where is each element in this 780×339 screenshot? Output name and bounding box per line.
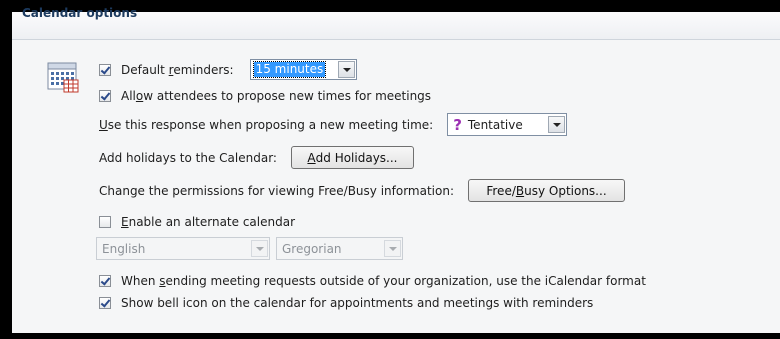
bell-label: Show bell icon on the calendar for appoi… <box>121 296 594 310</box>
reminder-time-dropdown[interactable]: 15 minutes <box>249 59 357 80</box>
icalendar-checkbox[interactable] <box>99 275 111 287</box>
chevron-down-icon[interactable] <box>548 116 566 133</box>
calendar-icon <box>47 62 79 93</box>
bell-row: Show bell icon on the calendar for appoi… <box>99 295 593 311</box>
icalendar-row: When sending meeting requests outside of… <box>99 273 646 289</box>
language-value: English <box>102 241 146 256</box>
calendar-type-dropdown[interactable]: Gregorian <box>276 237 403 260</box>
response-value: Tentative <box>467 117 523 132</box>
free-busy-options-button[interactable]: Free/Busy Options... <box>468 179 625 202</box>
reminder-time-value: 15 minutes <box>252 61 327 78</box>
add-holidays-button[interactable]: Add Holidays... <box>290 146 414 169</box>
holidays-row: Add holidays to the Calendar: Add Holida… <box>99 146 414 169</box>
alternate-calendar-checkbox[interactable] <box>99 216 111 228</box>
chevron-down-icon[interactable] <box>251 240 268 257</box>
permissions-row: Change the permissions for viewing Free/… <box>99 179 625 202</box>
icalendar-label: When sending meeting requests outside of… <box>121 274 646 288</box>
chevron-down-icon[interactable] <box>337 61 355 78</box>
bell-checkbox[interactable] <box>99 297 111 309</box>
language-dropdown[interactable]: English <box>96 237 270 260</box>
permissions-label: Change the permissions for viewing Free/… <box>99 183 454 198</box>
section-title: Calendar options <box>22 6 138 20</box>
allow-propose-checkbox[interactable] <box>99 90 111 102</box>
default-reminders-label: Default reminders: <box>121 62 234 77</box>
default-reminders-row: Default reminders: 15 minutes <box>99 59 357 80</box>
holidays-label: Add holidays to the Calendar: <box>99 150 277 165</box>
allow-propose-row: Allow attendees to propose new times for… <box>99 88 431 104</box>
allow-propose-label: Allow attendees to propose new times for… <box>121 89 432 103</box>
response-dropdown[interactable]: ? Tentative <box>447 113 568 136</box>
default-reminders-checkbox[interactable] <box>99 63 111 76</box>
response-row: Use this response when proposing a new m… <box>99 113 568 136</box>
alternate-calendar-row: Enable an alternate calendar <box>99 214 295 230</box>
alternate-calendar-label: Enable an alternate calendar <box>121 215 296 229</box>
chevron-down-icon[interactable] <box>384 240 401 257</box>
calendar-type-value: Gregorian <box>282 241 342 256</box>
alternate-selects-row: English Gregorian <box>96 237 403 260</box>
question-mark-icon: ? <box>453 115 462 134</box>
response-label: Use this response when proposing a new m… <box>99 117 434 132</box>
